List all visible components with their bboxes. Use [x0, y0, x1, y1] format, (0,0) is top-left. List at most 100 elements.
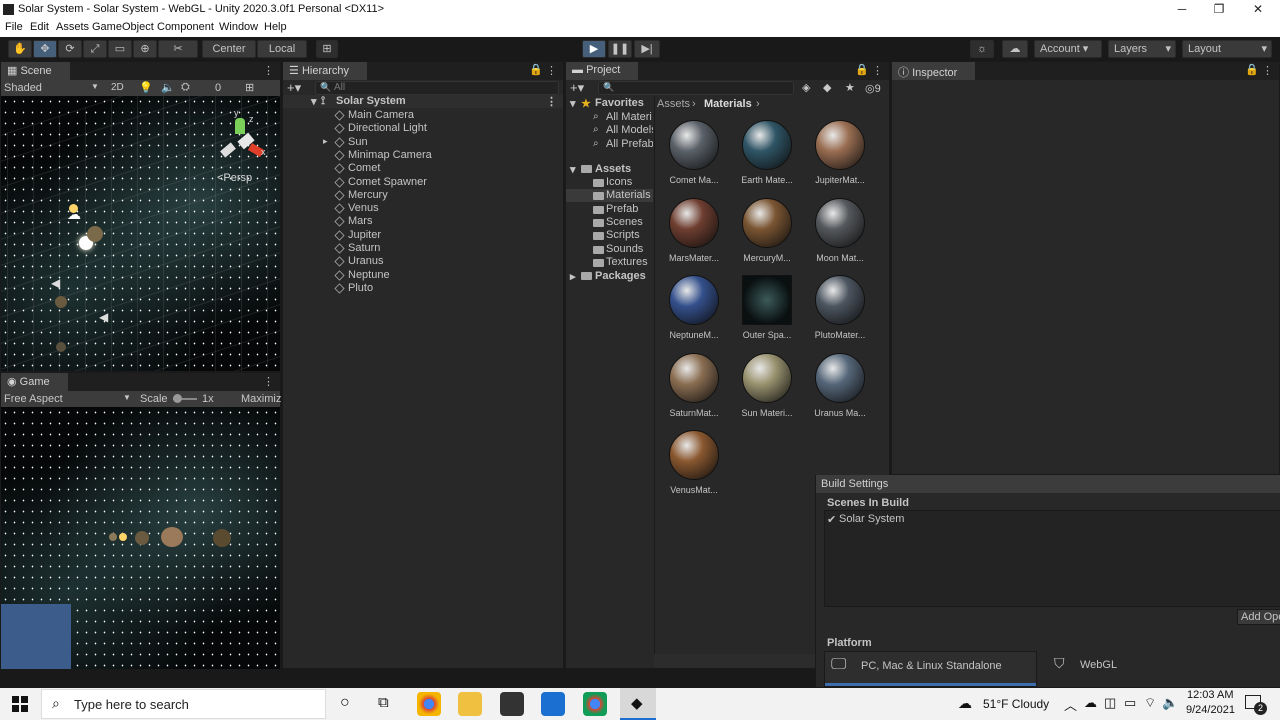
platform-webgl[interactable]: ⛉ WebGL [1044, 651, 1164, 681]
orientation-gizmo[interactable]: y z x [215, 108, 267, 168]
menu-gameobject[interactable]: GameObject [92, 21, 154, 33]
folder-item[interactable]: Prefab [566, 203, 653, 216]
menu-file[interactable]: File [5, 21, 23, 33]
2d-toggle[interactable]: 2D [111, 82, 124, 93]
planet-object[interactable] [55, 296, 67, 308]
packages-row[interactable]: ▸ Packages [566, 270, 653, 283]
add-open-scenes-button[interactable]: Add Ope [1237, 609, 1280, 625]
pause-button[interactable]: ❚❚ [608, 40, 632, 58]
layers-dropdown[interactable]: Layers ▾ [1108, 40, 1176, 58]
hierarchy-item[interactable]: ▸ Sun [283, 136, 563, 149]
breadcrumb-materials[interactable]: Materials [704, 98, 752, 110]
hierarchy-item[interactable]: Neptune [283, 269, 563, 282]
weather-icon[interactable]: ☁ [958, 695, 972, 712]
root-menu-icon[interactable]: ⋮ [546, 95, 557, 108]
pivot-center-button[interactable]: Center [202, 40, 256, 58]
hierarchy-item[interactable]: Pluto [283, 282, 563, 295]
project-menu-icon[interactable]: ⋮ [872, 64, 883, 77]
grid-snap-icon[interactable]: ⊞ [316, 40, 338, 58]
material-asset[interactable]: Earth Mate... [729, 120, 805, 185]
close-button[interactable]: ✕ [1248, 2, 1268, 16]
rect-tool-icon[interactable]: ▭ [108, 40, 132, 58]
folder-item[interactable]: Sounds [566, 243, 653, 256]
minimize-button[interactable]: ─ [1172, 2, 1192, 16]
gizmos-icon[interactable]: ⊞ [245, 81, 254, 94]
wifi-icon[interactable]: ⌔ [1144, 695, 1156, 711]
rotate-tool-icon[interactable]: ⟳ [58, 40, 82, 58]
weather-text[interactable]: 51°F Cloudy [983, 697, 1049, 711]
hierarchy-root-row[interactable]: ▾ ⟟ Solar System ⋮ [283, 95, 563, 108]
volume-icon[interactable]: 🔈 [1162, 695, 1178, 711]
mail-icon[interactable] [541, 692, 565, 716]
unity-taskbar-icon[interactable]: ◆ [620, 688, 656, 720]
tab-scene[interactable]: ▦ Scene [1, 62, 70, 80]
chrome-icon[interactable] [417, 692, 441, 716]
planet-object[interactable] [87, 226, 103, 242]
folder-item[interactable]: Scripts [566, 229, 653, 242]
onedrive-icon[interactable]: ☁ [1084, 695, 1097, 711]
scene-row[interactable]: ✔ Solar System [825, 513, 1280, 526]
maximize-on-play-button[interactable]: Maximiz [241, 393, 281, 405]
cortana-icon[interactable]: ○ [340, 694, 350, 712]
folder-item[interactable]: Materials [566, 189, 653, 203]
hidden-packages-count[interactable]: ◎9 [865, 82, 881, 95]
aspect-dropdown[interactable]: Free Aspect [4, 393, 63, 405]
folder-item[interactable]: Scenes [566, 216, 653, 229]
material-asset[interactable]: Moon Mat... [802, 197, 878, 263]
clock-time[interactable]: 12:03 AM [1187, 689, 1233, 701]
hierarchy-item[interactable]: Jupiter [283, 229, 563, 242]
audio-source-icon[interactable]: ◀ [51, 276, 60, 290]
create-icon[interactable]: +▾ [570, 80, 584, 96]
lock-icon[interactable]: 🔒 [855, 63, 869, 76]
material-asset[interactable]: Sun Materi... [729, 352, 805, 418]
clock-date[interactable]: 9/24/2021 [1186, 704, 1235, 716]
hierarchy-item[interactable]: Mars [283, 215, 563, 228]
file-explorer-icon[interactable] [458, 692, 482, 716]
game-menu-icon[interactable]: ⋮ [263, 375, 274, 388]
step-button[interactable]: ▶| [634, 40, 660, 58]
material-asset[interactable]: MercuryM... [729, 197, 805, 263]
layout-dropdown[interactable]: Layout ▾ [1182, 40, 1272, 58]
favorite-item[interactable]: ⌕ All Models [566, 124, 653, 137]
store-icon[interactable] [500, 692, 524, 716]
hierarchy-item[interactable]: Saturn [283, 242, 563, 255]
material-asset[interactable]: JupiterMat... [802, 120, 878, 185]
hierarchy-menu-icon[interactable]: ⋮ [546, 64, 557, 77]
cloud-icon[interactable]: ☁ [1002, 40, 1028, 58]
material-asset[interactable]: VenusMat... [656, 430, 732, 495]
hierarchy-item[interactable]: Main Camera [283, 109, 563, 122]
audio-icon[interactable]: 🔈 [161, 81, 175, 94]
tab-hierarchy[interactable]: ☰ Hierarchy [283, 62, 368, 80]
label-icon[interactable]: ◆ [823, 81, 831, 94]
camera-gizmo-icon[interactable]: ☁ [67, 206, 81, 223]
hierarchy-item[interactable]: Minimap Camera [283, 149, 563, 162]
tab-inspector[interactable]: ⓘ Inspector [892, 62, 976, 80]
material-asset[interactable]: PlutoMater... [802, 275, 878, 340]
breadcrumb-assets[interactable]: Assets [657, 98, 690, 110]
pivot-local-button[interactable]: Local [257, 40, 307, 58]
chrome-profile-icon[interactable] [583, 692, 607, 716]
scene-viewport[interactable]: ☁ ◀ ◀ y z x <Persp [1, 96, 280, 371]
favorite-item[interactable]: ⌕ All Materi [566, 111, 653, 124]
move-tool-icon[interactable]: ✥ [33, 40, 57, 58]
hierarchy-item[interactable]: Directional Light [283, 122, 563, 135]
material-asset[interactable]: Uranus Ma... [802, 352, 878, 418]
network-status-icon[interactable]: ◫ [1104, 695, 1116, 711]
menu-help[interactable]: Help [264, 21, 287, 33]
material-asset[interactable]: SaturnMat... [656, 352, 732, 418]
hidden-count[interactable]: 0 [215, 82, 221, 94]
expand-arrow-icon[interactable]: ▸ [323, 136, 328, 147]
shading-dropdown[interactable]: Shaded [4, 82, 42, 94]
account-dropdown[interactable]: Account ▾ [1034, 40, 1102, 58]
battery-icon[interactable]: ▭ [1124, 695, 1136, 711]
hierarchy-item[interactable]: Venus [283, 202, 563, 215]
hierarchy-item[interactable]: Mercury [283, 189, 563, 202]
hierarchy-item[interactable]: Comet [283, 162, 563, 175]
checkbox-checked-icon[interactable]: ✔ [827, 513, 836, 526]
audio-source-icon[interactable]: ◀ [99, 310, 108, 324]
scale-slider[interactable] [173, 394, 197, 403]
favorites-row[interactable]: ▾ ★ Favorites [566, 97, 653, 110]
hierarchy-search-input[interactable]: 🔍 All [315, 81, 559, 95]
tab-game[interactable]: ◉ Game [1, 373, 68, 391]
hierarchy-item[interactable]: Comet Spawner [283, 176, 563, 189]
